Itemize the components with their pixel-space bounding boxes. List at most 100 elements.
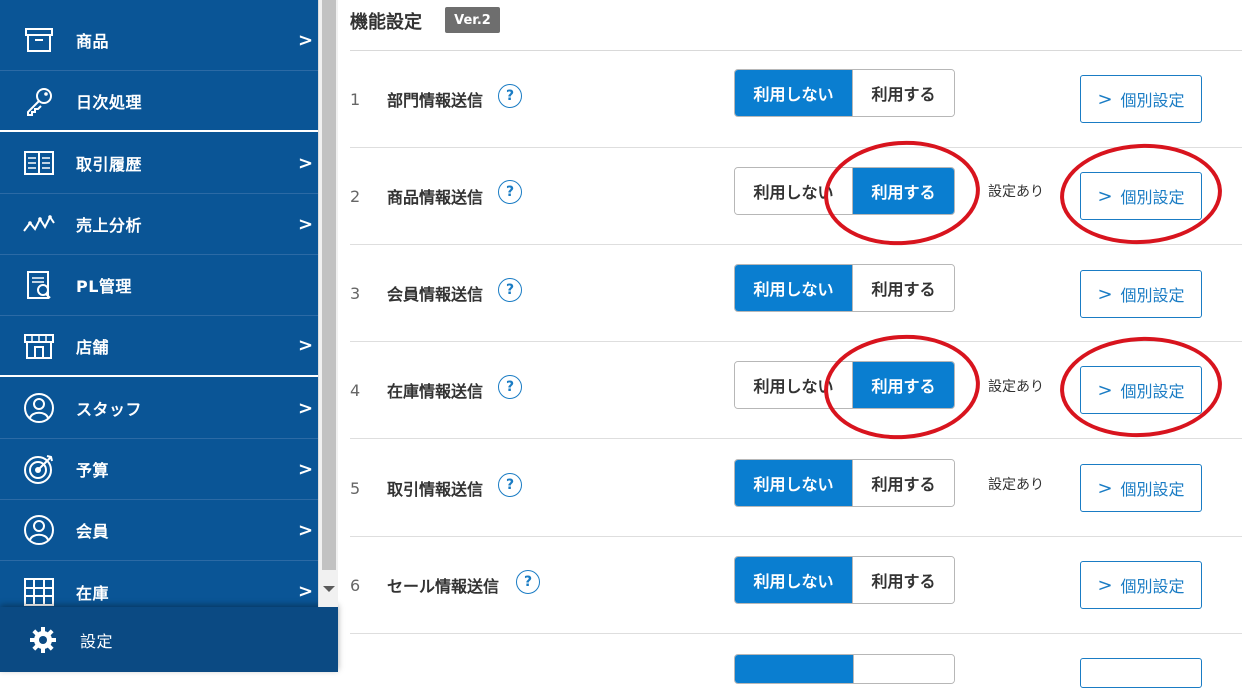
chevron-right-icon: > — [1097, 88, 1113, 110]
chevron-right-icon: > — [298, 29, 314, 51]
sidebar-item-store[interactable]: 店舗 > — [0, 316, 318, 377]
individual-settings-button[interactable]: > 個別設定 — [1080, 75, 1202, 123]
toggle-not-use[interactable]: 利用しない — [735, 362, 853, 408]
sidebar-item-label: 予算 — [76, 461, 110, 480]
main-content: 機能設定 Ver.2 1 部門情報送信 ? 利用しない 利用する > 個別設定 … — [338, 0, 1242, 688]
scrollbar-thumb[interactable] — [322, 0, 336, 570]
scroll-down-arrow-icon[interactable] — [323, 586, 335, 592]
sidebar-item-members[interactable]: 会員 > — [0, 500, 318, 561]
sidebar-item-transactions[interactable]: 取引履歴 > — [0, 133, 318, 194]
sidebar-item-settings[interactable]: 設定 — [0, 607, 338, 672]
individual-settings-label: 個別設定 — [1120, 577, 1185, 596]
settings-label: 設定 — [80, 631, 114, 651]
toggle-use[interactable]: 利用する — [853, 557, 954, 603]
chevron-right-icon: > — [298, 519, 314, 541]
toggle-not-use[interactable]: 利用しない — [735, 70, 853, 116]
setting-row-transactions: 5 取引情報送信 ? 利用しない 利用する 設定あり > 個別設定 — [350, 440, 1242, 537]
sidebar-scrollbar[interactable] — [318, 0, 338, 607]
usage-toggle: 利用しない 利用する — [734, 459, 955, 507]
sidebar-item-label: 取引履歴 — [76, 155, 143, 174]
individual-settings-label: 個別設定 — [1120, 91, 1185, 110]
status-text: 設定あり — [988, 184, 1044, 200]
toggle-not-use[interactable]: 利用しない — [735, 168, 853, 214]
usage-toggle: 利用しない 利用する — [734, 361, 955, 409]
individual-settings-label: 個別設定 — [1120, 382, 1185, 401]
toggle-use[interactable] — [853, 655, 954, 683]
individual-settings-button[interactable]: > 個別設定 — [1080, 561, 1202, 609]
sidebar-item-staff[interactable]: スタッフ > — [0, 378, 318, 439]
toggle-use[interactable]: 利用する — [853, 265, 954, 311]
row-name: 商品情報送信 — [387, 188, 484, 207]
member-icon — [22, 513, 56, 547]
toggle-not-use[interactable] — [735, 655, 853, 683]
individual-settings-label: 個別設定 — [1120, 480, 1185, 499]
usage-toggle: 利用しない 利用する — [734, 167, 955, 215]
individual-settings-button[interactable]: > 個別設定 — [1080, 464, 1202, 512]
chevron-right-icon: > — [298, 458, 314, 480]
toggle-use[interactable]: 利用する — [853, 168, 954, 214]
sidebar-item-budget[interactable]: 予算 > — [0, 439, 318, 500]
row-number: 1 — [350, 89, 361, 109]
toggle-use[interactable]: 利用する — [853, 362, 954, 408]
target-icon — [22, 452, 56, 486]
usage-toggle: 利用しない 利用する — [734, 69, 955, 117]
row-number: 2 — [350, 186, 361, 206]
toggle-not-use[interactable]: 利用しない — [735, 265, 853, 311]
help-icon[interactable]: ? — [498, 180, 522, 204]
toggle-use[interactable]: 利用する — [853, 460, 954, 506]
sidebar-item-daily[interactable]: 日次処理 — [0, 71, 318, 132]
report-icon — [22, 268, 56, 302]
sidebar-item-label: スタッフ — [76, 400, 143, 419]
toggle-not-use[interactable]: 利用しない — [735, 460, 853, 506]
individual-settings-button[interactable]: > 個別設定 — [1080, 172, 1202, 220]
sidebar-item-label: 商品 — [76, 32, 110, 51]
sidebar-item-pl[interactable]: PL管理 — [0, 255, 318, 316]
toggle-use[interactable]: 利用する — [853, 70, 954, 116]
sidebar-item-label: 在庫 — [76, 583, 110, 603]
inventory-icon — [22, 575, 56, 609]
individual-settings-label: 個別設定 — [1120, 188, 1185, 207]
help-icon[interactable]: ? — [498, 84, 522, 108]
key-icon — [22, 84, 56, 118]
chevron-right-icon: > — [1097, 185, 1113, 207]
sidebar: 商品 > 日次処理 取引履歴 > 売上分析 > PL管理 店舗 > スタッフ >… — [0, 0, 318, 672]
individual-settings-button[interactable]: > 個別設定 — [1080, 366, 1202, 414]
toggle-not-use[interactable]: 利用しない — [735, 557, 853, 603]
setting-row-inventory: 4 在庫情報送信 ? 利用しない 利用する 設定あり > 個別設定 — [350, 342, 1242, 439]
staff-icon — [22, 391, 56, 425]
row-name: 部門情報送信 — [387, 91, 484, 110]
usage-toggle-partial — [734, 654, 955, 684]
sidebar-item-label: PL管理 — [76, 277, 132, 296]
status-text: 設定あり — [988, 379, 1044, 395]
row-name: セール情報送信 — [387, 577, 500, 596]
row-name: 会員情報送信 — [387, 285, 484, 304]
chevron-right-icon: > — [298, 335, 314, 356]
usage-toggle: 利用しない 利用する — [734, 264, 955, 312]
sidebar-item-label: 店舗 — [76, 337, 110, 357]
individual-settings-button[interactable]: > 個別設定 — [1080, 270, 1202, 318]
row-number: 6 — [350, 575, 361, 595]
sidebar-item-label: 会員 — [76, 522, 110, 541]
chevron-right-icon: > — [298, 152, 314, 174]
help-icon[interactable]: ? — [498, 473, 522, 497]
help-icon[interactable]: ? — [516, 570, 540, 594]
help-icon[interactable]: ? — [498, 278, 522, 302]
setting-row-members: 3 会員情報送信 ? 利用しない 利用する > 個別設定 — [350, 245, 1242, 342]
help-icon[interactable]: ? — [498, 375, 522, 399]
version-badge: Ver.2 — [445, 7, 500, 33]
trend-line-icon — [22, 207, 56, 241]
sidebar-item-products[interactable]: 商品 > — [0, 10, 318, 71]
usage-toggle: 利用しない 利用する — [734, 556, 955, 604]
store-icon — [22, 329, 56, 363]
box-icon — [22, 23, 56, 57]
ledger-icon — [22, 146, 56, 180]
chevron-right-icon: > — [1097, 283, 1113, 305]
sidebar-item-sales-analysis[interactable]: 売上分析 > — [0, 194, 318, 255]
chevron-right-icon: > — [1097, 379, 1113, 401]
chevron-right-icon: > — [298, 581, 314, 602]
individual-settings-button-partial[interactable] — [1080, 658, 1202, 688]
chevron-right-icon: > — [298, 213, 314, 235]
gear-icon — [26, 623, 60, 657]
row-number: 3 — [350, 283, 361, 303]
row-name: 取引情報送信 — [387, 480, 484, 499]
